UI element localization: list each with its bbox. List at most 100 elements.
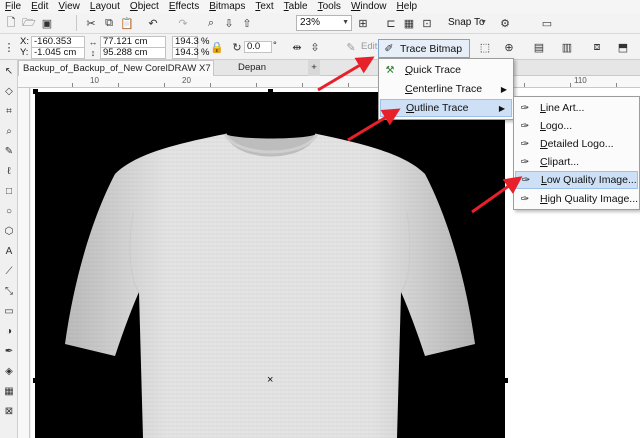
clipart-icon: ✑ <box>520 156 530 168</box>
new-document-icon[interactable]: 🗋 <box>4 16 18 30</box>
menu-item-clipart[interactable]: ✑ Clipart... <box>514 153 639 171</box>
show-grid-icon[interactable]: ▦ <box>402 16 416 30</box>
connector-tool-icon[interactable]: ⤡ <box>2 284 16 298</box>
options-icon[interactable]: ⚙ <box>498 16 512 30</box>
application-launcher-icon[interactable]: ▭ <box>540 16 554 30</box>
menu-window[interactable]: Window <box>351 0 387 13</box>
selection-handle[interactable] <box>33 378 38 383</box>
rectangle-tool-icon[interactable]: □ <box>2 184 16 198</box>
menu-file[interactable]: File <box>5 0 21 13</box>
ellipse-tool-icon[interactable]: ○ <box>2 204 16 218</box>
open-folder-icon[interactable]: 🗁 <box>22 16 36 30</box>
outline-trace-label: Outline Trace <box>406 102 469 114</box>
high-quality-image-icon: ✑ <box>520 193 530 205</box>
selection-handle[interactable] <box>268 89 273 94</box>
menu-text[interactable]: Text <box>255 0 273 13</box>
eyedropper-tool-icon[interactable]: ✒ <box>2 344 16 358</box>
polygon-tool-icon[interactable]: ⬡ <box>2 224 16 238</box>
selection-handle[interactable] <box>33 89 38 94</box>
document-tabs: Backup_of_Backup_of_New CorelDRAW X7 Gra… <box>18 60 640 89</box>
low-quality-image-icon: ✑ <box>521 174 531 186</box>
crop-tool-icon[interactable]: ⌗ <box>2 104 16 118</box>
artistic-media-icon[interactable]: ℓ <box>2 164 16 178</box>
trace-bitmap-button[interactable]: ✐ Trace Bitmap <box>378 39 470 58</box>
rotation-angle-field[interactable]: 0.0 <box>244 41 272 53</box>
logo-icon: ✑ <box>520 120 530 132</box>
horizontal-ruler[interactable]: 10 20 110 <box>18 76 640 88</box>
text-tool-icon[interactable]: A <box>2 244 16 258</box>
smart-fill-icon[interactable]: ▦ <box>2 384 16 398</box>
snap-to-label: Snap To <box>448 17 485 28</box>
pick-tool-icon[interactable]: ↖ <box>2 64 16 78</box>
menu-item-quick-trace[interactable]: ⚒ Quick Trace <box>379 61 513 79</box>
transparency-tool-icon[interactable]: ◑ <box>2 324 16 338</box>
tab-backup-document[interactable]: Backup_of_Backup_of_New CorelDRAW X7 Gra… <box>18 60 214 89</box>
quick-trace-label: Quick Trace <box>405 64 462 76</box>
tshirt-bitmap[interactable] <box>35 92 505 438</box>
menu-item-logo[interactable]: ✑ Logo... <box>514 117 639 135</box>
copy-icon[interactable]: ⧉ <box>102 16 116 30</box>
shape-tool-icon[interactable]: ◇ <box>2 84 16 98</box>
zoom-level-combo[interactable]: 23% ▼ <box>296 15 352 31</box>
selection-handle[interactable] <box>503 378 508 383</box>
lock-object-icon[interactable]: ⬒ <box>616 40 630 54</box>
ruler-tick <box>72 83 73 87</box>
full-screen-preview-icon[interactable]: ⊞ <box>356 16 370 30</box>
center-marker-icon: × <box>267 374 274 386</box>
bitmap-color-mask-icon[interactable]: ▤ <box>532 40 546 54</box>
edit-bitmap-label[interactable]: Edit <box>361 41 377 53</box>
y-position-field[interactable]: -1.045 cm <box>31 47 85 59</box>
menu-object[interactable]: Object <box>130 0 159 13</box>
menu-layout[interactable]: Layout <box>90 0 120 13</box>
ruler-tick <box>256 83 257 87</box>
redo-icon[interactable]: ↷ <box>176 16 190 30</box>
freehand-tool-icon[interactable]: ✎ <box>2 144 16 158</box>
grid-icon: ⋮ <box>3 41 15 54</box>
cut-icon[interactable]: ✂ <box>84 16 98 30</box>
crop-bitmap-icon[interactable]: ⬚ <box>478 40 492 54</box>
edit-bitmap-icon[interactable]: ✎ <box>344 40 358 54</box>
export-icon[interactable]: ⇧ <box>240 16 254 30</box>
outline-pen-icon[interactable]: ⊠ <box>2 404 16 418</box>
menu-edit[interactable]: Edit <box>31 0 48 13</box>
show-guidelines-icon[interactable]: ⊡ <box>420 16 434 30</box>
menu-item-detailed-logo[interactable]: ✑ Detailed Logo... <box>514 135 639 153</box>
menu-effects[interactable]: Effects <box>169 0 199 13</box>
interactive-fill-icon[interactable]: ◈ <box>2 364 16 378</box>
menu-item-line-art[interactable]: ✑ Line Art... <box>514 99 639 117</box>
ruler-tick <box>164 83 165 87</box>
toolbar-divider <box>76 15 77 31</box>
y-label: Y: <box>20 47 29 58</box>
snap-to-dropdown[interactable]: Snap To ▼ <box>444 15 490 31</box>
menu-item-centerline-trace[interactable]: Centerline Trace ▶ <box>379 80 513 98</box>
mirror-vertical-icon[interactable]: ⇳ <box>308 40 322 54</box>
blend-tool-icon[interactable]: ▭ <box>2 304 16 318</box>
search-content-icon[interactable]: ⌕ <box>204 16 218 30</box>
percent-y-label: % <box>201 47 210 58</box>
vertical-ruler[interactable] <box>18 88 30 438</box>
show-rulers-icon[interactable]: ⊏ <box>384 16 398 30</box>
scale-y-field[interactable]: 194.3 <box>172 47 199 59</box>
paste-icon[interactable]: 📋 <box>120 16 134 30</box>
menu-table[interactable]: Table <box>284 0 308 13</box>
save-icon[interactable]: ▣ <box>40 16 54 30</box>
arrange-icon[interactable]: ⧈ <box>590 40 604 54</box>
wrap-text-icon[interactable]: ▥ <box>560 40 574 54</box>
menu-help[interactable]: Help <box>397 0 418 13</box>
menu-item-outline-trace[interactable]: Outline Trace ▶ <box>380 99 512 117</box>
parallel-dimension-icon[interactable]: ⟋ <box>2 264 16 278</box>
menu-view[interactable]: View <box>58 0 80 13</box>
resample-icon[interactable]: ⊕ <box>502 40 516 54</box>
menu-tools[interactable]: Tools <box>318 0 341 13</box>
import-icon[interactable]: ⇩ <box>222 16 236 30</box>
new-tab-button[interactable]: + <box>308 60 320 76</box>
lock-ratio-icon[interactable]: 🔒 <box>210 40 224 54</box>
menu-item-high-quality-image[interactable]: ✑ High Quality Image... <box>514 190 639 208</box>
zoom-tool-icon[interactable]: ⌕ <box>2 124 16 138</box>
height-field[interactable]: 95.288 cm <box>100 47 166 59</box>
tab-depan-kaos[interactable]: Depan Kaos.cdr <box>234 60 306 88</box>
undo-icon[interactable]: ↶ <box>146 16 160 30</box>
mirror-horizontal-icon[interactable]: ⇹ <box>290 40 304 54</box>
menu-item-low-quality-image[interactable]: ✑ Low Quality Image... <box>515 171 638 189</box>
menu-bitmaps[interactable]: Bitmaps <box>209 0 245 13</box>
